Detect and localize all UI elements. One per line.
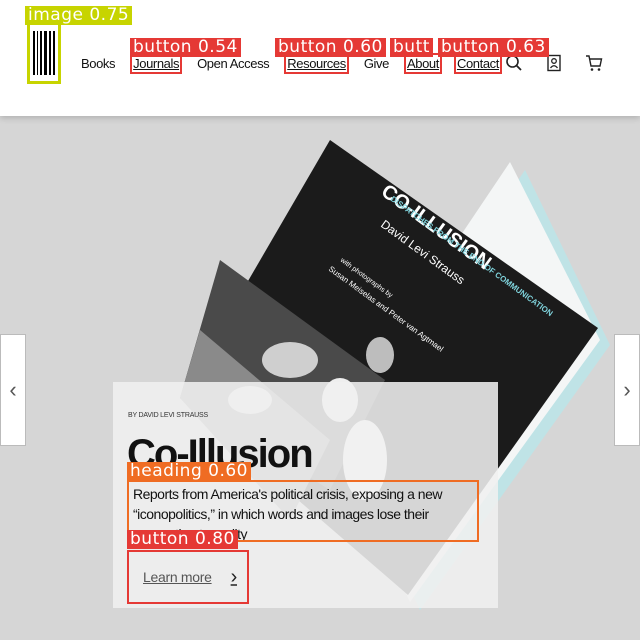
carousel-next-button[interactable]: › (614, 334, 640, 446)
nav-contact[interactable]: Contact (453, 53, 502, 74)
nav-journals[interactable]: Journals (130, 53, 183, 74)
chevron-left-icon: ‹ (9, 377, 17, 402)
annotation-label-journals: button 0.54 (130, 38, 241, 57)
annotation-label-resources: button 0.60 (275, 38, 386, 57)
logo-icon (33, 31, 55, 75)
feature-card: BY DAVID LEVI STRAUSS Co-Illusion Report… (113, 382, 498, 608)
learn-more-button[interactable]: Learn more › (127, 550, 249, 604)
learn-more-label: Learn more (143, 569, 212, 585)
nav-open-access[interactable]: Open Access (197, 56, 270, 71)
nav-give[interactable]: Give (364, 56, 390, 71)
chevron-right-icon: › (230, 565, 238, 588)
hero-carousel: CO-ILLUSION DISPATCHES FROM THE END OF C… (0, 116, 640, 640)
annotation-label-learn-more: button 0.80 (127, 530, 238, 549)
site-logo[interactable] (27, 22, 61, 84)
main-nav: Books Journals Open Access Resources Giv… (81, 53, 517, 74)
nav-about[interactable]: About (403, 53, 442, 74)
annotation-label-image: image 0.75 (25, 6, 133, 25)
nav-resources[interactable]: Resources (284, 53, 349, 74)
card-byline: BY DAVID LEVI STRAUSS (128, 412, 208, 419)
carousel-prev-button[interactable]: ‹ (0, 334, 26, 446)
chevron-right-icon: › (623, 377, 631, 402)
annotation-label-about: butt (390, 38, 433, 57)
annotation-label-contact: button 0.63 (438, 38, 549, 57)
nav-books[interactable]: Books (81, 56, 116, 71)
annotation-label-heading: heading 0.60 (127, 462, 251, 481)
cart-icon[interactable] (585, 54, 603, 72)
